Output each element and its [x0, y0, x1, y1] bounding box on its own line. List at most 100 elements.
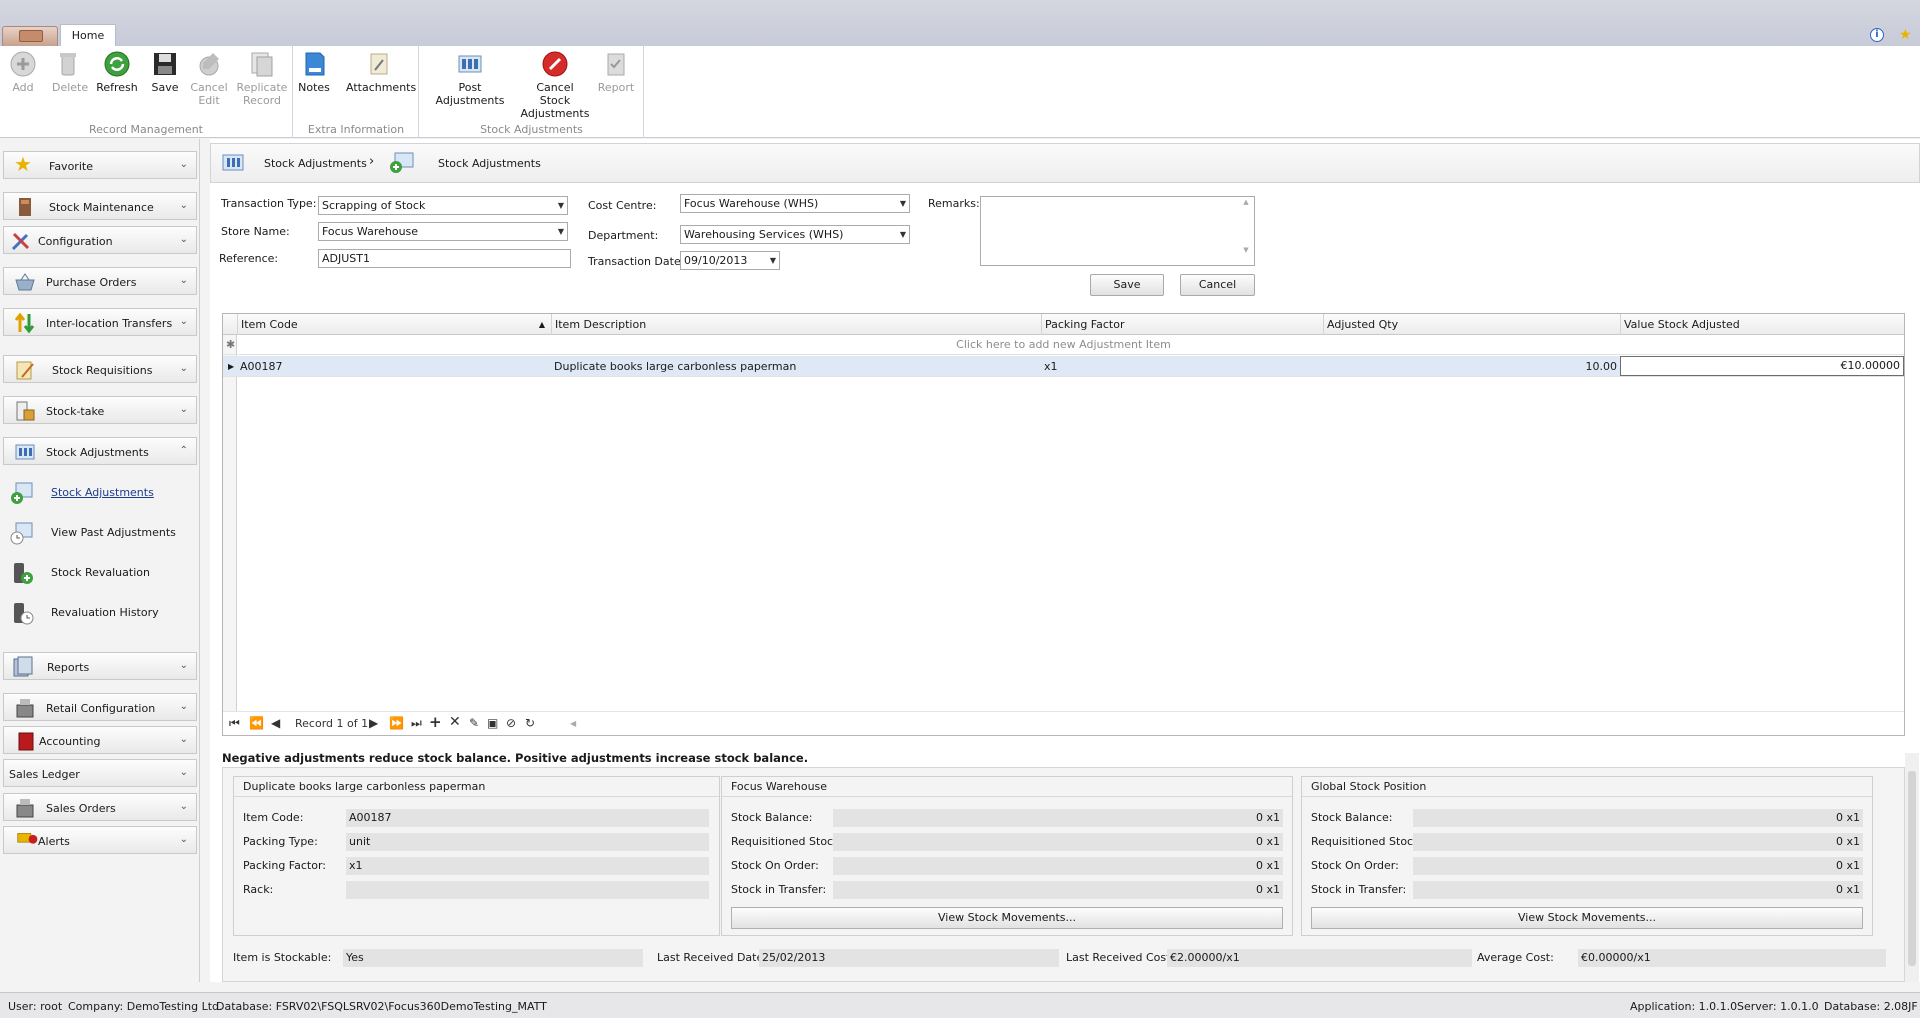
replicate-record-button[interactable]: Replicate Record: [236, 50, 288, 107]
view-stock-movements-button[interactable]: View Stock Movements...: [731, 907, 1283, 929]
department-select[interactable]: Warehousing Services (WHS) ▼: [680, 225, 910, 244]
first-record-icon[interactable]: ⏮: [229, 716, 240, 731]
save-button[interactable]: Save: [150, 50, 180, 94]
column-header-value-stock-adjusted[interactable]: Value Stock Adjusted: [1620, 314, 1904, 335]
edit-record-icon[interactable]: ✎: [469, 716, 479, 730]
packing-type-value: unit: [346, 833, 709, 851]
sidebar-item-inter-location-transfers[interactable]: Inter-location Transfers ⌄: [3, 308, 197, 336]
warehouse-panel-title: Focus Warehouse: [722, 777, 1292, 797]
sidebar-item-configuration[interactable]: Configuration ⌄: [3, 226, 197, 254]
column-header-item-code[interactable]: Item Code ▲: [237, 314, 551, 335]
sidebar-item-reports[interactable]: Reports ⌄: [3, 652, 197, 680]
rack-label: Rack:: [243, 883, 274, 896]
group-caption: Extra Information: [307, 123, 405, 136]
cost-centre-select[interactable]: Focus Warehouse (WHS) ▼: [680, 194, 910, 213]
scrollbar-thumb[interactable]: [1908, 771, 1916, 966]
previous-page-icon[interactable]: ⏪: [249, 716, 264, 730]
global-requisitioned-label: Requisitioned Stock:: [1311, 835, 1424, 848]
form-cancel-button[interactable]: Cancel: [1180, 274, 1255, 296]
column-header-packing-factor[interactable]: Packing Factor: [1041, 314, 1323, 335]
store-name-select[interactable]: Focus Warehouse ▼: [318, 222, 568, 241]
item-detail-section: Duplicate books large carbonless paperma…: [222, 767, 1905, 982]
breadcrumb-item[interactable]: Stock Adjustments: [264, 157, 367, 170]
cell-item-description[interactable]: Duplicate books large carbonless paperma…: [551, 356, 1041, 377]
post-adjustments-button[interactable]: Post Adjustments: [426, 50, 514, 107]
column-header-item-description[interactable]: Item Description: [551, 314, 1041, 335]
refresh-grid-icon[interactable]: ↻: [525, 716, 535, 730]
transaction-type-select[interactable]: Scrapping of Stock ▼: [318, 196, 568, 215]
view-global-stock-movements-button[interactable]: View Stock Movements...: [1311, 907, 1863, 929]
sidebar-item-stock-take[interactable]: Stock-take ⌄: [3, 396, 197, 424]
report-icon: [607, 53, 625, 76]
cell-packing-factor[interactable]: x1: [1041, 356, 1323, 377]
cancel-edit-icon: [199, 53, 219, 76]
last-record-icon[interactable]: ⏭: [411, 716, 422, 731]
sidebar-subitem-stock-revaluation[interactable]: Stock Revaluation: [10, 559, 195, 587]
sidebar-subitem-stock-adjustments[interactable]: Stock Adjustments: [10, 479, 195, 507]
delete-button[interactable]: Delete: [52, 50, 88, 94]
sidebar-item-purchase-orders[interactable]: Purchase Orders ⌄: [3, 267, 197, 295]
form-save-button[interactable]: Save: [1090, 274, 1164, 296]
sidebar-item-stock-maintenance[interactable]: Stock Maintenance ⌄: [3, 192, 197, 220]
info-icon[interactable]: i: [1870, 28, 1884, 42]
transaction-date-picker[interactable]: 09/10/2013 ▼: [680, 251, 780, 270]
last-received-cost-label: Last Received Cost:: [1066, 951, 1175, 964]
item-code-value: A00187: [346, 809, 709, 827]
cell-item-code[interactable]: A00187: [237, 356, 551, 377]
previous-record-icon[interactable]: ◀: [271, 716, 280, 730]
cell-adjusted-qty[interactable]: 10.00: [1323, 356, 1620, 377]
group-caption: Stock Adjustments: [480, 123, 583, 136]
paperclip-icon: [370, 53, 388, 75]
new-item-row[interactable]: ✱ Click here to add new Adjustment Item: [223, 335, 1904, 355]
stock-adjustments-icon: [15, 444, 35, 460]
dropdown-arrow-icon: ▼: [769, 256, 776, 265]
column-header-adjusted-qty[interactable]: Adjusted Qty: [1323, 314, 1620, 335]
add-button[interactable]: Add: [8, 50, 38, 94]
breadcrumb: Stock Adjustments › Stock Adjustments: [210, 143, 1920, 183]
report-button[interactable]: Report: [596, 50, 636, 94]
average-cost-value: €0.00000/x1: [1578, 949, 1886, 967]
cancel-edit-button[interactable]: Cancel Edit: [190, 50, 228, 107]
packing-type-label: Packing Type:: [243, 835, 318, 848]
cancel-edit-icon[interactable]: ⊘: [506, 716, 516, 730]
next-page-icon[interactable]: ⏩: [389, 716, 404, 730]
application-menu-button[interactable]: [2, 26, 58, 46]
table-row[interactable]: ▶ A00187 Duplicate books large carbonles…: [223, 356, 1904, 377]
cancel-stock-adjustments-button[interactable]: Cancel Stock Adjustments: [520, 50, 590, 120]
item-panel-title: Duplicate books large carbonless paperma…: [234, 777, 719, 797]
stock-in-transfer-value: 0 x1: [833, 881, 1283, 899]
next-record-icon[interactable]: ▶: [369, 716, 378, 730]
remarks-scrollbar[interactable]: ▲ ▼: [1239, 198, 1253, 264]
notes-button[interactable]: Notes: [298, 50, 330, 94]
group-extra-information: Notes Attachments Extra Information: [294, 46, 419, 138]
sidebar-item-alerts[interactable]: Alerts ⌄: [3, 826, 197, 854]
detail-vertical-scrollbar[interactable]: [1905, 753, 1919, 982]
delete-record-icon[interactable]: ✕: [449, 714, 461, 730]
star-icon[interactable]: ★: [1899, 27, 1912, 43]
end-edit-icon[interactable]: ▣: [487, 716, 498, 730]
sidebar-item-accounting[interactable]: Accounting ⌄: [3, 726, 197, 754]
add-record-icon[interactable]: +: [429, 713, 442, 731]
remarks-textarea[interactable]: ▲ ▼: [980, 196, 1255, 266]
sidebar-item-retail-configuration[interactable]: Retail Configuration ⌄: [3, 693, 197, 721]
sidebar-subitem-view-past-adjustments[interactable]: View Past Adjustments: [10, 519, 195, 547]
cell-value-stock-adjusted[interactable]: €10.00000: [1620, 356, 1904, 376]
sidebar-item-stock-requisitions[interactable]: Stock Requisitions ⌄: [3, 355, 197, 383]
global-on-order-label: Stock On Order:: [1311, 859, 1399, 872]
attachments-button[interactable]: Attachments: [346, 50, 416, 94]
sidebar-subitem-revaluation-history[interactable]: Revaluation History: [10, 599, 195, 627]
chevron-down-icon: ⌄: [179, 159, 188, 170]
tab-home[interactable]: Home: [60, 24, 116, 46]
row-selector-column: [223, 314, 237, 735]
sidebar-item-sales-orders[interactable]: Sales Orders ⌄: [3, 793, 197, 821]
refresh-button[interactable]: Refresh: [96, 50, 138, 94]
global-requisitioned-value: 0 x1: [1413, 833, 1863, 851]
reference-field[interactable]: ADJUST1: [318, 249, 571, 268]
horizontal-scroll-left-icon[interactable]: ◀: [570, 719, 576, 728]
sidebar-item-stock-adjustments[interactable]: Stock Adjustments ⌃: [3, 437, 197, 465]
chevron-down-icon: ⌄: [179, 275, 188, 286]
sidebar-item-sales-ledger[interactable]: Sales Ledger ⌄: [3, 759, 197, 787]
cancel-icon: [542, 51, 568, 77]
stock-on-order-label: Stock On Order:: [731, 859, 819, 872]
sidebar-item-favorite[interactable]: ★ Favorite ⌄: [3, 151, 197, 179]
